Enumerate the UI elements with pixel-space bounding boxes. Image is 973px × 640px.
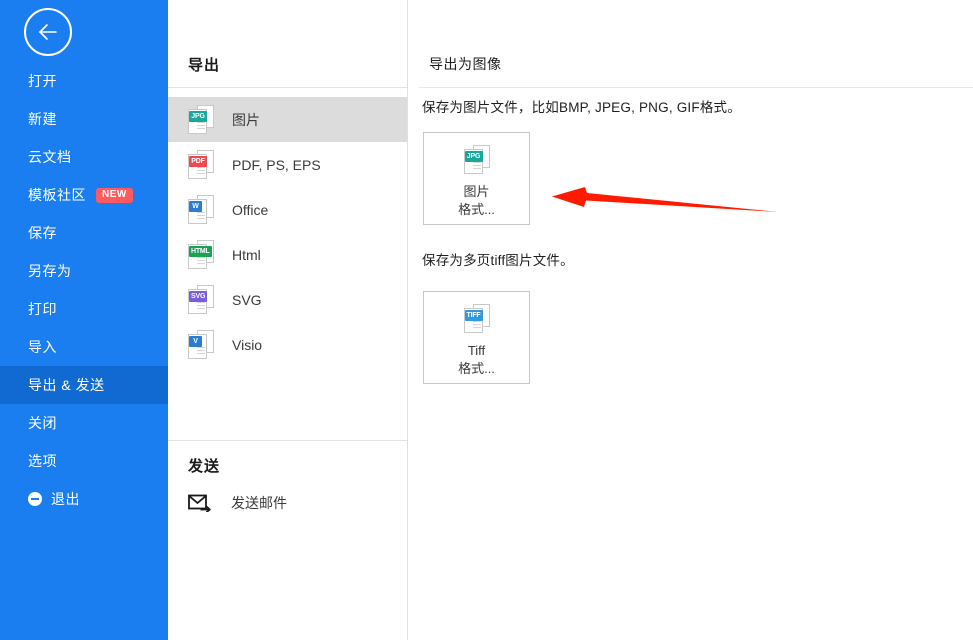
sidebar-item-save-as[interactable]: 另存为 (0, 252, 168, 290)
sidebar-item-label: 打印 (28, 301, 57, 317)
sidebar-item-import[interactable]: 导入 (0, 328, 168, 366)
file-tag-label: HTML (189, 245, 212, 257)
format-item-label: SVG (232, 291, 262, 308)
export-card-image[interactable]: JPG 图片 格式... (423, 132, 530, 225)
sidebar-item-label: 导出 & 发送 (28, 377, 105, 393)
tiff-file-icon: TIFF (463, 304, 490, 334)
format-item-svg[interactable]: SVG SVG (168, 277, 407, 322)
image-description: 保存为图片文件，比如BMP, JPEG, PNG, GIF格式。 (422, 100, 741, 115)
format-item-visio[interactable]: V Visio (168, 322, 407, 367)
file-tag-label: JPG (464, 151, 483, 162)
send-item-label: 发送邮件 (231, 495, 287, 511)
format-item-pdf-ps-eps[interactable]: PDF PDF, PS, EPS (168, 142, 407, 187)
format-list: JPG 图片 PDF PDF, PS, EPS W Office HTML Ht… (168, 97, 407, 367)
export-image-pane: 导出为图像 保存为图片文件，比如BMP, JPEG, PNG, GIF格式。 J… (409, 0, 973, 640)
format-item-label: Visio (232, 336, 263, 353)
sidebar-item-cloud-docs[interactable]: 云文档 (0, 138, 168, 176)
sidebar-item-label: 保存 (28, 225, 57, 241)
export-card-line2: 格式... (458, 361, 495, 376)
format-item-label: Office (232, 201, 269, 218)
file-tag-label: PDF (189, 155, 207, 167)
export-card-line2: 格式... (458, 202, 495, 217)
divider (419, 87, 973, 88)
send-item-email[interactable]: 发送邮件 (188, 493, 287, 513)
divider (168, 440, 407, 441)
sidebar-item-options[interactable]: 选项 (0, 442, 168, 480)
format-item-label: 图片 (232, 111, 260, 128)
format-item-label: Html (232, 246, 261, 263)
file-tag-label: TIFF (464, 310, 483, 321)
pdf-file-icon: PDF (188, 149, 214, 180)
sidebar-item-new[interactable]: 新建 (0, 100, 168, 138)
sidebar-nav: 打开 新建 云文档 模板社区 NEW 保存 另存为 打印 导入 导出 & 发送 … (0, 62, 168, 518)
format-item-image[interactable]: JPG 图片 (168, 97, 407, 142)
sidebar-item-print[interactable]: 打印 (0, 290, 168, 328)
sidebar-item-label: 新建 (28, 111, 57, 127)
file-tag-label: JPG (189, 110, 207, 122)
format-item-label: PDF, PS, EPS (232, 156, 321, 173)
sidebar-item-label: 模板社区 (28, 187, 86, 203)
back-button[interactable] (24, 8, 72, 56)
file-tag-label: SVG (189, 290, 208, 302)
tiff-description: 保存为多页tiff图片文件。 (422, 253, 574, 268)
sidebar-item-export-and-send[interactable]: 导出 & 发送 (0, 366, 168, 404)
export-section-title: 导出 (188, 57, 221, 74)
sidebar-item-open[interactable]: 打开 (0, 62, 168, 100)
mail-send-icon (188, 494, 212, 512)
sidebar-item-template-community[interactable]: 模板社区 NEW (0, 176, 168, 214)
export-card-line1: 图片 (463, 184, 490, 199)
sidebar-item-save[interactable]: 保存 (0, 214, 168, 252)
export-card-line1: Tiff (467, 343, 486, 358)
export-screen: 亿图图示 打开 新建 云文档 模板社区 NEW (0, 0, 973, 640)
word-file-icon: W (188, 194, 214, 225)
sidebar-item-label: 退出 (51, 491, 80, 507)
divider (168, 87, 407, 88)
send-section-title: 发送 (188, 458, 221, 475)
svg-file-icon: SVG (188, 284, 214, 315)
exit-icon (28, 492, 42, 506)
sidebar-item-exit[interactable]: 退出 (0, 480, 168, 518)
sidebar-item-label: 选项 (28, 453, 57, 469)
sidebar-item-label: 导入 (28, 339, 57, 355)
format-item-office[interactable]: W Office (168, 187, 407, 232)
jpg-file-icon: JPG (188, 104, 214, 135)
page-title: 导出为图像 (429, 56, 502, 72)
format-item-html[interactable]: HTML Html (168, 232, 407, 277)
sidebar-item-label: 云文档 (28, 149, 72, 165)
back-arrow-icon (37, 23, 59, 41)
left-sidebar: 打开 新建 云文档 模板社区 NEW 保存 另存为 打印 导入 导出 & 发送 … (0, 0, 168, 640)
new-badge: NEW (96, 187, 133, 203)
visio-file-icon: V (188, 329, 214, 360)
sidebar-item-close[interactable]: 关闭 (0, 404, 168, 442)
sidebar-item-label: 打开 (28, 73, 57, 89)
export-card-tiff[interactable]: TIFF Tiff 格式... (423, 291, 530, 384)
jpg-file-icon: JPG (463, 145, 490, 175)
html-file-icon: HTML (188, 239, 214, 270)
sidebar-item-label: 关闭 (28, 415, 57, 431)
file-tag-label: W (189, 200, 202, 212)
file-tag-label: V (189, 335, 202, 347)
sidebar-item-label: 另存为 (28, 263, 72, 279)
export-format-panel: 导出 JPG 图片 PDF PDF, PS, EPS W Office HTML… (168, 0, 408, 640)
